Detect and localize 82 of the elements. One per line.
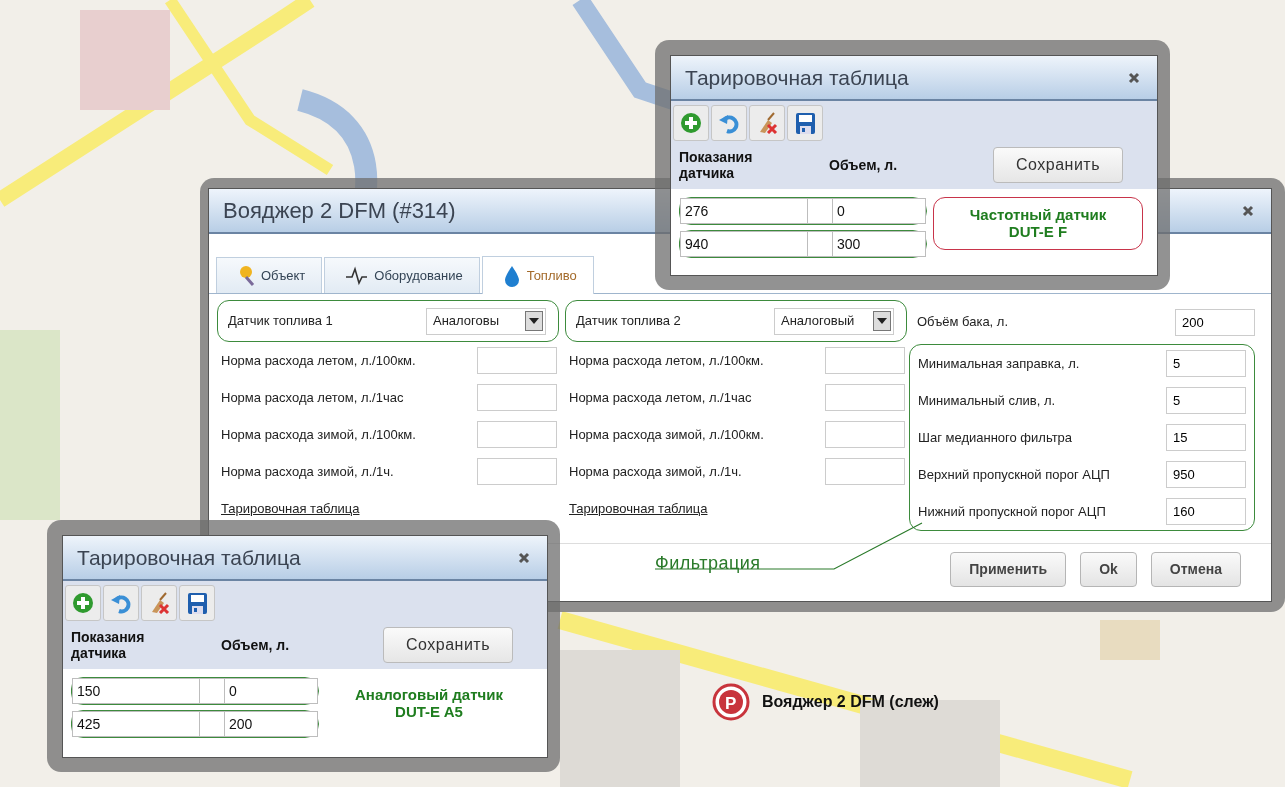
sensor-note: Аналоговый датчик DUT-E A5 — [354, 685, 504, 723]
close-icon[interactable] — [517, 550, 531, 565]
caret-icon — [529, 318, 539, 324]
text-field[interactable] — [477, 458, 557, 485]
toolbar-button[interactable] — [673, 105, 709, 141]
field-label: Нижний пропускной порог АЦП — [918, 502, 1107, 521]
tab[interactable]: Оборудование — [324, 257, 480, 293]
caret-icon — [877, 318, 887, 324]
field-label: Норма расхода зимой, л./100км. — [569, 425, 765, 444]
dialog-title: Тарировочная таблица — [77, 544, 301, 571]
text-field[interactable] — [477, 421, 557, 448]
plus-icon — [72, 592, 94, 614]
table-input[interactable]: 200 — [224, 711, 318, 737]
text-field[interactable] — [477, 347, 557, 374]
sensor-note: Частотный датчик DUT-E F — [933, 197, 1143, 250]
tab[interactable]: Топливо — [481, 256, 594, 294]
column-header: Объем, л. — [221, 636, 290, 654]
field-label: Норма расхода зимой, л./100км. — [221, 425, 417, 444]
toolbar-button[interactable] — [141, 585, 177, 621]
tab[interactable]: Объект — [216, 257, 323, 293]
text-field[interactable] — [825, 347, 905, 374]
calibration-table-link[interactable]: Тарировочная таблица — [221, 498, 360, 519]
field-label: Датчик топлива 1 — [228, 312, 334, 331]
table-input[interactable]: 300 — [832, 231, 926, 257]
marker-label: Вояджер 2 DFM (слеж) — [762, 692, 939, 712]
field-label: Верхний пропускной порог АЦП — [918, 465, 1111, 484]
text-field[interactable] — [825, 458, 905, 485]
field-label: Объём бака, л. — [917, 313, 1010, 332]
field-label: Норма расхода летом, л./1час — [569, 388, 753, 407]
column-header: Показания датчика — [679, 148, 754, 182]
marker-circle-icon — [712, 683, 750, 721]
dialog-button[interactable]: Отмена — [1150, 552, 1241, 587]
text-field[interactable]: 5 — [1166, 387, 1246, 414]
table-input[interactable]: 940 — [680, 231, 808, 257]
table-input[interactable]: 276 — [680, 198, 808, 224]
text-field[interactable]: 5 — [1166, 350, 1246, 377]
save-button[interactable]: Сохранить — [993, 147, 1123, 183]
field-label: Норма расхода летом, л./100км. — [221, 351, 417, 370]
close-icon[interactable] — [1127, 70, 1141, 85]
dialog-title: Тарировочная таблица — [685, 64, 909, 91]
table-input[interactable]: 150 — [72, 678, 200, 704]
field-label: Минимальная заправка, л. — [918, 354, 1081, 373]
field-label: Минимальный слив, л. — [918, 391, 1057, 410]
text-field[interactable]: 15 — [1166, 424, 1246, 451]
save-button[interactable]: Сохранить — [383, 627, 513, 663]
text-field[interactable]: 200 — [1175, 308, 1255, 336]
table-input[interactable]: 0 — [832, 198, 926, 224]
undo-arrow-icon — [718, 112, 740, 134]
field-label: Норма расхода летом, л./1час — [221, 388, 405, 407]
text-field[interactable] — [825, 421, 905, 448]
toolbar-button[interactable] — [787, 105, 823, 141]
text-field[interactable]: 950 — [1166, 461, 1246, 488]
dialog-button[interactable]: Ok — [1080, 552, 1137, 587]
dropdown[interactable]: Аналоговый — [774, 307, 894, 335]
field-label: Норма расхода зимой, л./1ч. — [221, 462, 395, 481]
plus-icon — [680, 112, 702, 134]
undo-arrow-icon — [110, 592, 132, 614]
column-header: Показания датчика — [71, 628, 146, 662]
close-icon[interactable] — [1241, 203, 1255, 218]
pushpin-icon — [237, 264, 255, 287]
dialog-button[interactable]: Применить — [950, 552, 1067, 587]
column-header: Объем, л. — [829, 156, 898, 174]
text-field[interactable] — [477, 384, 557, 411]
table-input[interactable]: 0 — [224, 678, 318, 704]
toolbar-button[interactable] — [749, 105, 785, 141]
field-label: Шаг медианного фильтра — [918, 428, 1074, 447]
field-label: Норма расхода зимой, л./1ч. — [569, 462, 743, 481]
water-drop-icon — [502, 264, 521, 287]
field-label: Норма расхода летом, л./100км. — [569, 351, 765, 370]
text-field[interactable] — [825, 384, 905, 411]
dropdown[interactable]: Аналоговы — [426, 307, 546, 335]
toolbar-button[interactable] — [65, 585, 101, 621]
filtration-caption: Фильтрация — [655, 552, 761, 575]
dialog-title: Вояджер 2 DFM (#314) — [223, 197, 456, 225]
table-input[interactable]: 425 — [72, 711, 200, 737]
marker-letter: P — [725, 693, 737, 715]
toolbar-button[interactable] — [103, 585, 139, 621]
field-label: Датчик топлива 2 — [576, 312, 682, 331]
calibration-table-link[interactable]: Тарировочная таблица — [569, 498, 708, 519]
toolbar-button[interactable] — [179, 585, 215, 621]
toolbar-button[interactable] — [711, 105, 747, 141]
text-field[interactable]: 160 — [1166, 498, 1246, 525]
